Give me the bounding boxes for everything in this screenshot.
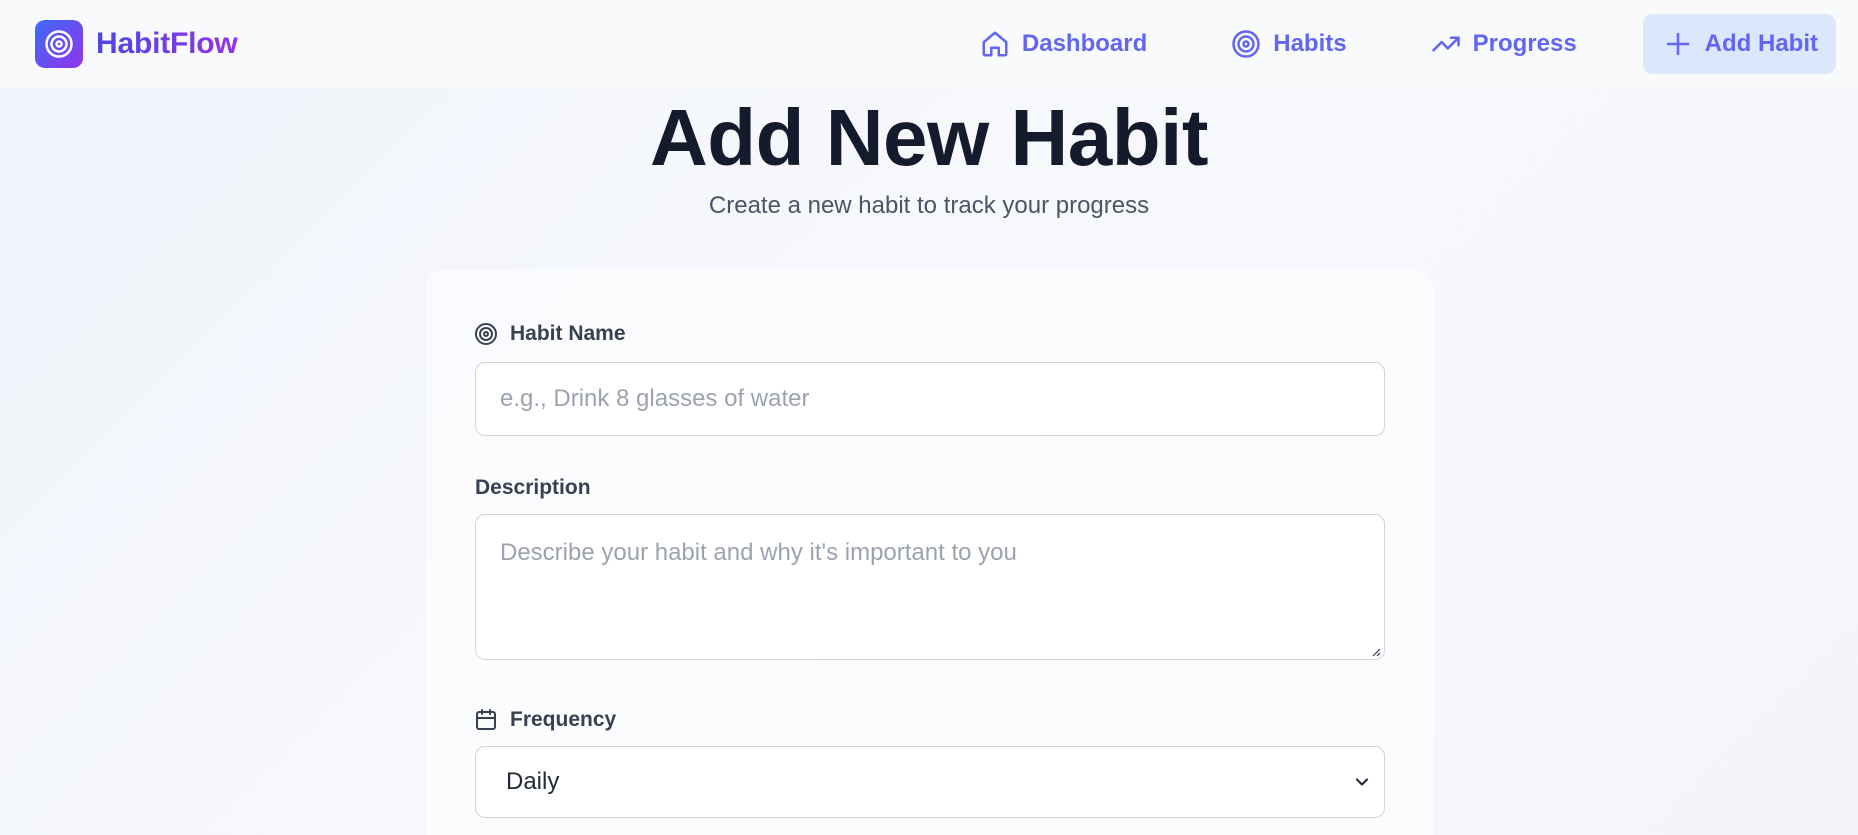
- nav-item-label: Progress: [1472, 30, 1577, 57]
- plus-icon: [1666, 32, 1689, 56]
- nav-item-label: Dashboard: [1021, 30, 1148, 57]
- nav-item-label: Habits: [1273, 30, 1347, 57]
- nav-item-label: Add Habit: [1704, 30, 1818, 57]
- nav-item-habits[interactable]: Habits: [1211, 14, 1366, 74]
- chevron-down-icon: [1355, 778, 1369, 786]
- brand-name: HabitFlow: [96, 27, 238, 60]
- frequency-label: Frequency: [474, 708, 616, 732]
- top-navbar: HabitFlow Dashboard Habits Progress Add …: [0, 0, 1858, 88]
- nav-item-add-habit[interactable]: Add Habit: [1642, 14, 1836, 74]
- target-icon: [45, 30, 73, 58]
- description-textarea[interactable]: [475, 514, 1385, 660]
- calendar-icon: [476, 709, 496, 730]
- nav-item-dashboard[interactable]: Dashboard: [960, 14, 1167, 74]
- target-icon: [475, 323, 497, 345]
- frequency-select[interactable]: Daily: [475, 746, 1385, 818]
- target-icon: [1232, 30, 1260, 58]
- nav-item-progress[interactable]: Progress: [1411, 14, 1597, 74]
- trending-up-icon: [1431, 36, 1460, 52]
- brand[interactable]: HabitFlow: [35, 20, 238, 68]
- resize-grip-icon[interactable]: [1371, 647, 1381, 657]
- page-title: Add New Habit: [650, 93, 1208, 182]
- page-subtitle: Create a new habit to track your progres…: [708, 192, 1150, 219]
- frequency-label-text: Frequency: [510, 708, 617, 731]
- frequency-selected-value: Daily: [506, 768, 560, 795]
- home-icon: [982, 31, 1008, 57]
- main-nav: Dashboard Habits Progress Add Habit: [916, 14, 1836, 74]
- description-label-text: Description: [475, 476, 591, 499]
- brand-logo: [35, 20, 83, 68]
- habit-name-label: Habit Name: [474, 322, 626, 346]
- description-label: Description: [475, 476, 591, 500]
- habit-name-label-text: Habit Name: [510, 322, 626, 345]
- habit-name-input[interactable]: [475, 362, 1385, 436]
